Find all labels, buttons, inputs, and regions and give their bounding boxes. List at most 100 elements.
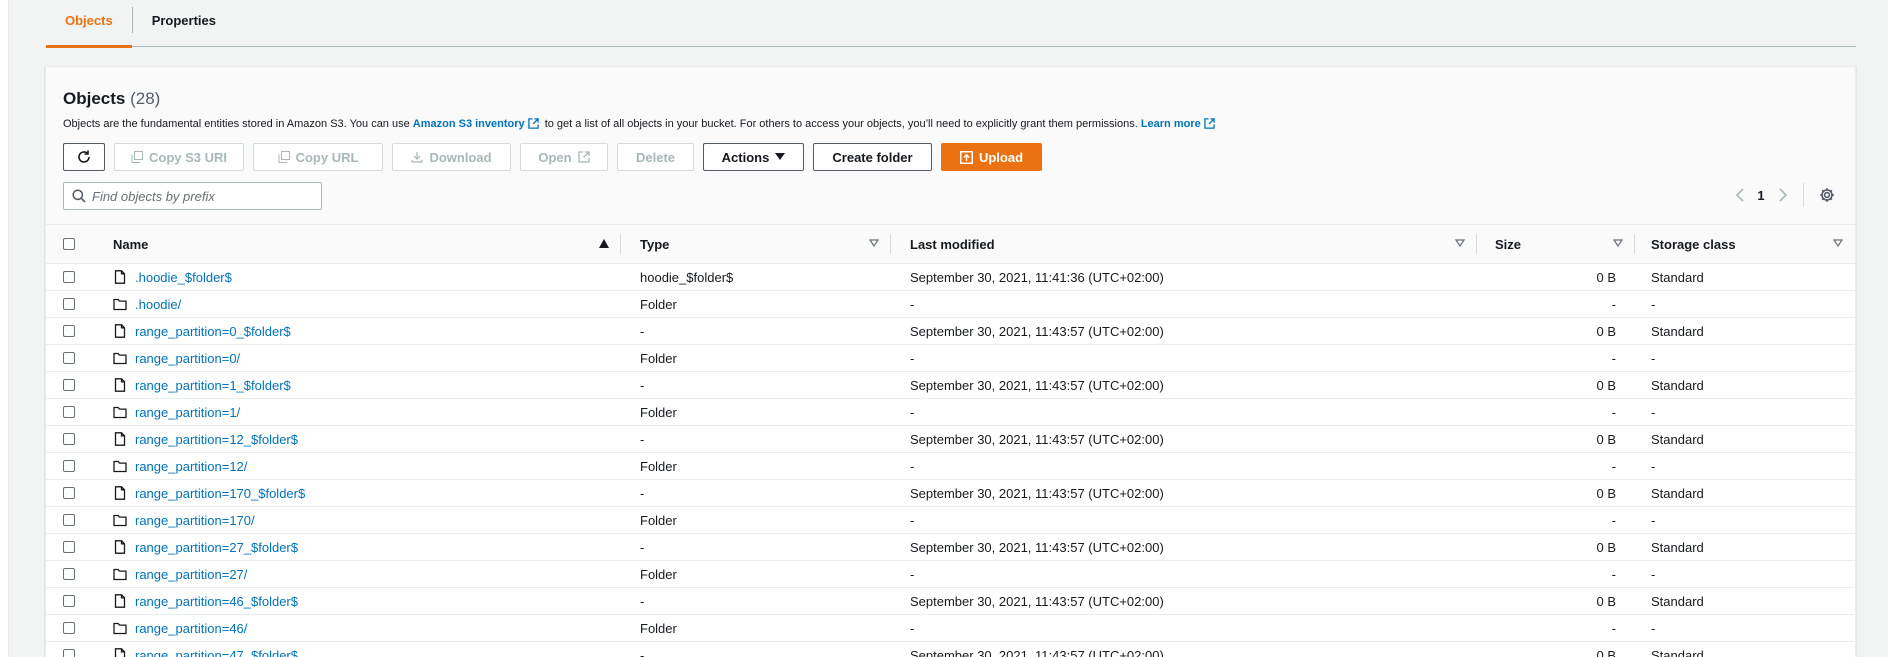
row-checkbox[interactable] [63,271,75,283]
upload-button[interactable]: Upload [941,143,1042,171]
object-name-link[interactable]: range_partition=0_$folder$ [135,324,291,339]
table-row[interactable]: range_partition=27_$folder$ - September … [46,534,1855,561]
object-name-link[interactable]: range_partition=47_$folder$ [135,648,298,657]
type-cell: - [640,431,645,447]
storage-class-cell: Standard [1651,593,1704,609]
create-folder-label: Create folder [832,149,913,165]
tab-properties[interactable]: Properties [133,0,235,47]
table-row[interactable]: range_partition=27/ Folder - - - [46,561,1855,588]
column-header-size[interactable]: Size [1477,224,1635,264]
size-cell: 0 B [1596,593,1616,609]
object-name-link[interactable]: range_partition=170/ [135,513,255,528]
object-name-link[interactable]: range_partition=0/ [135,351,240,366]
search-box[interactable] [63,182,322,210]
prev-page-button[interactable] [1725,188,1753,202]
row-select-cell [46,534,94,561]
storage-class-cell: - [1651,566,1656,582]
column-header-type[interactable]: Type [621,224,891,264]
download-button[interactable]: Download [392,143,511,171]
next-page-button[interactable] [1769,188,1797,202]
storage-class-cell: Standard [1651,485,1704,501]
row-checkbox[interactable] [63,460,75,472]
table-row[interactable]: range_partition=12_$folder$ - September … [46,426,1855,453]
object-name-link[interactable]: range_partition=170_$folder$ [135,486,305,501]
row-checkbox[interactable] [63,649,75,657]
last-modified-cell: September 30, 2021, 11:43:57 (UTC+02:00) [910,323,1164,339]
object-name-link[interactable]: .hoodie/ [135,297,181,312]
table-row[interactable]: .hoodie/ Folder - - - [46,291,1855,318]
size-cell: 0 B [1596,647,1616,657]
row-checkbox[interactable] [63,622,75,634]
column-header-storage-class[interactable]: Storage class [1635,224,1855,264]
object-name-link[interactable]: range_partition=27/ [135,567,247,582]
row-select-cell [46,345,94,372]
actions-dropdown[interactable]: Actions [703,143,804,171]
type-cell: Folder [640,350,677,366]
preferences-button[interactable] [1818,187,1836,203]
table-row[interactable]: range_partition=46_$folder$ - September … [46,588,1855,615]
type-cell: Folder [640,404,677,420]
copy-url-button[interactable]: Copy URL [253,143,383,171]
row-select-cell [46,318,94,345]
table-row[interactable]: range_partition=170_$folder$ - September… [46,480,1855,507]
copy-icon [131,151,143,163]
table-body: .hoodie_$folder$ hoodie_$folder$ Septemb… [46,264,1855,657]
download-label: Download [429,149,492,165]
last-modified-cell: - [910,620,915,636]
table-row[interactable]: range_partition=0/ Folder - - - [46,345,1855,372]
current-page[interactable]: 1 [1753,188,1769,203]
row-select-cell [46,426,94,453]
object-name-link[interactable]: range_partition=12/ [135,459,247,474]
table-row[interactable]: range_partition=1_$folder$ - September 3… [46,372,1855,399]
row-checkbox[interactable] [63,514,75,526]
select-all-checkbox[interactable] [63,238,75,250]
storage-class-cell: - [1651,458,1656,474]
panel-title-text: Objects [63,89,126,108]
tab-objects[interactable]: Objects [46,0,132,48]
row-checkbox[interactable] [63,406,75,418]
row-select-cell [46,372,94,399]
table-row[interactable]: range_partition=1/ Folder - - - [46,399,1855,426]
learn-more-link[interactable]: Learn more [1141,118,1201,130]
row-checkbox[interactable] [63,352,75,364]
table-row[interactable]: range_partition=0_$folder$ - September 3… [46,318,1855,345]
objects-panel: Objects (28) Objects are the fundamental… [45,66,1856,657]
object-name-link[interactable]: .hoodie_$folder$ [135,270,232,285]
storage-class-cell: Standard [1651,323,1704,339]
copy-s3-uri-button[interactable]: Copy S3 URI [114,143,244,171]
table-row[interactable]: range_partition=170/ Folder - - - [46,507,1855,534]
s3-inventory-link[interactable]: Amazon S3 inventory [413,118,525,130]
actions-label: Actions [721,149,770,165]
refresh-button[interactable] [63,143,105,171]
object-name-link[interactable]: range_partition=27_$folder$ [135,540,298,555]
copy-icon [278,151,290,163]
row-checkbox[interactable] [63,541,75,553]
object-count: (28) [130,89,161,108]
object-name-link[interactable]: range_partition=12_$folder$ [135,432,298,447]
object-name-link[interactable]: range_partition=1/ [135,405,240,420]
object-name-link[interactable]: range_partition=46/ [135,621,247,636]
delete-button[interactable]: Delete [617,143,694,171]
object-name-link[interactable]: range_partition=46_$folder$ [135,594,298,609]
column-size-label: Size [1495,236,1522,252]
row-checkbox[interactable] [63,325,75,337]
open-button[interactable]: Open [520,143,608,171]
create-folder-button[interactable]: Create folder [813,143,932,171]
column-header-name[interactable]: Name [94,224,621,264]
table-row[interactable]: range_partition=47_$folder$ - September … [46,642,1855,657]
column-header-last-modified[interactable]: Last modified [891,224,1477,264]
copy-url-label: Copy URL [295,149,359,165]
row-checkbox[interactable] [63,433,75,445]
search-input[interactable] [92,188,312,204]
row-checkbox[interactable] [63,298,75,310]
table-row[interactable]: .hoodie_$folder$ hoodie_$folder$ Septemb… [46,264,1855,291]
name-cell: range_partition=46_$folder$ [94,588,621,615]
name-cell: range_partition=1/ [94,399,621,426]
row-checkbox[interactable] [63,568,75,580]
row-checkbox[interactable] [63,379,75,391]
row-checkbox[interactable] [63,595,75,607]
row-checkbox[interactable] [63,487,75,499]
object-name-link[interactable]: range_partition=1_$folder$ [135,378,291,393]
table-row[interactable]: range_partition=12/ Folder - - - [46,453,1855,480]
table-row[interactable]: range_partition=46/ Folder - - - [46,615,1855,642]
